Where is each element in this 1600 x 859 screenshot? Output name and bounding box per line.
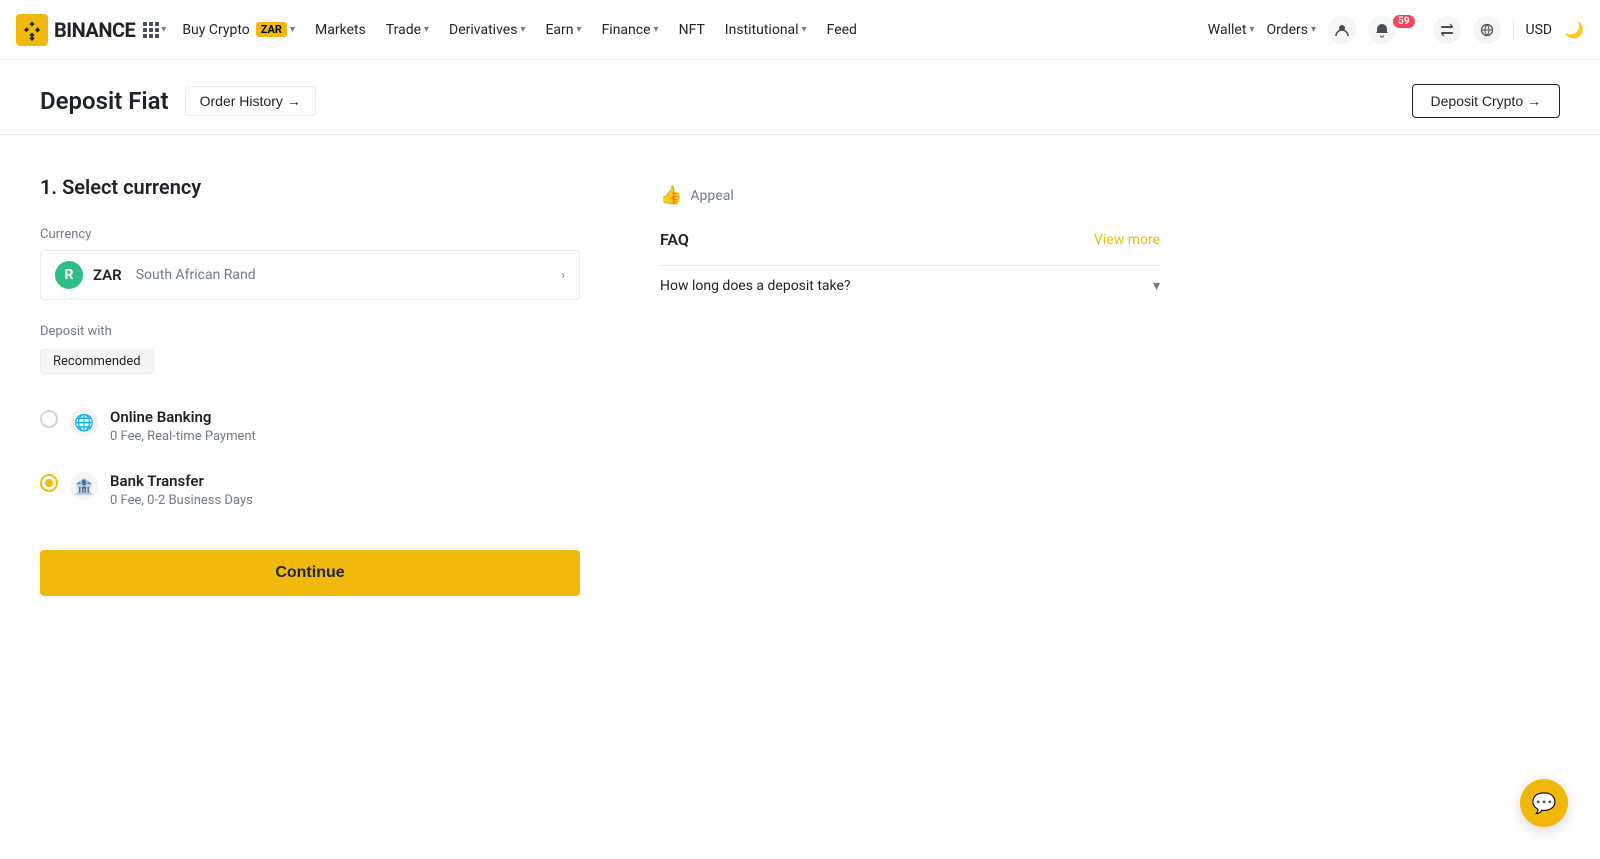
currency-code: ZAR	[93, 266, 122, 284]
faq-view-more-link[interactable]: View more	[1094, 232, 1160, 248]
notification-count-badge: 59	[1393, 15, 1414, 28]
faq-title: FAQ	[660, 230, 689, 249]
nav-item-earn[interactable]: Earn ▾	[537, 16, 589, 44]
bank-transfer-icon: 🏦	[70, 472, 98, 500]
deposit-with-label: Deposit with	[40, 324, 580, 339]
chat-icon: 💬	[1532, 791, 1557, 816]
nav-wallet[interactable]: Wallet ▾	[1208, 22, 1255, 38]
binance-logo-icon	[16, 14, 48, 46]
faq-question: How long does a deposit take?	[660, 278, 851, 294]
online-banking-desc: 0 Fee, Real-time Payment	[110, 429, 580, 444]
faq-section: FAQ View more How long does a deposit ta…	[660, 230, 1160, 306]
radio-bank-transfer[interactable]	[40, 474, 58, 492]
nav-profile[interactable]	[1328, 16, 1356, 44]
globe-icon	[1473, 16, 1501, 44]
logo[interactable]: BINANCE	[16, 14, 135, 46]
chevron-right-icon: ›	[561, 268, 565, 282]
bank-transfer-desc: 0 Fee, 0-2 Business Days	[110, 493, 580, 508]
radio-online-banking[interactable]	[40, 410, 58, 428]
online-banking-info: Online Banking 0 Fee, Real-time Payment	[110, 408, 580, 444]
faq-item[interactable]: How long does a deposit take? ▾	[660, 265, 1160, 306]
nav-divider	[1513, 20, 1514, 40]
chevron-down-icon: ▾	[654, 24, 659, 35]
nav-item-finance[interactable]: Finance ▾	[594, 16, 667, 44]
nav-currency[interactable]: USD	[1526, 22, 1553, 38]
nav-right: Wallet ▾ Orders ▾ 59	[1208, 16, 1584, 44]
profile-icon	[1328, 16, 1356, 44]
chevron-down-icon: ▾	[520, 24, 525, 35]
chevron-down-icon: ▾	[1311, 24, 1316, 35]
page-header-left: Deposit Fiat Order History →	[40, 86, 316, 116]
deposit-crypto-button[interactable]: Deposit Crypto →	[1412, 84, 1560, 118]
appeal-icon: 👍	[660, 185, 682, 206]
navbar: BINANCE ▾ Buy Crypto ZAR ▾ Markets Trade…	[0, 0, 1600, 60]
page-header: Deposit Fiat Order History → Deposit Cry…	[0, 60, 1600, 135]
bank-transfer-info: Bank Transfer 0 Fee, 0-2 Business Days	[110, 472, 580, 508]
currency-name: South African Rand	[136, 267, 256, 283]
nav-theme-toggle[interactable]: 🌙	[1564, 20, 1584, 39]
right-section: 👍 Appeal FAQ View more How long does a d…	[660, 175, 1160, 596]
nav-item-markets[interactable]: Markets	[307, 16, 374, 44]
logo-text: BINANCE	[54, 18, 135, 42]
nav-item-nft[interactable]: NFT	[671, 16, 713, 44]
page-title: Deposit Fiat	[40, 87, 169, 115]
nav-item-buy-crypto[interactable]: Buy Crypto ZAR ▾	[174, 16, 303, 44]
nav-item-institutional[interactable]: Institutional ▾	[717, 16, 815, 44]
left-section: 1. Select currency Currency R ZAR South …	[40, 175, 580, 596]
currency-selector[interactable]: R ZAR South African Rand ›	[40, 250, 580, 300]
nav-orders[interactable]: Orders ▾	[1266, 22, 1316, 38]
bell-icon	[1368, 16, 1396, 44]
order-history-button[interactable]: Order History →	[185, 86, 316, 116]
chevron-down-icon: ▾	[1249, 24, 1254, 35]
payment-option-online-banking[interactable]: 🌐 Online Banking 0 Fee, Real-time Paymen…	[40, 394, 580, 458]
nav-language[interactable]	[1473, 16, 1501, 44]
chevron-down-icon: ▾	[802, 24, 807, 35]
chevron-down-icon: ▾	[424, 24, 429, 35]
online-banking-name: Online Banking	[110, 408, 580, 426]
apps-grid-icon[interactable]: ▾	[143, 22, 166, 38]
payment-option-bank-transfer[interactable]: 🏦 Bank Transfer 0 Fee, 0-2 Business Days	[40, 458, 580, 522]
recommended-tag: Recommended	[40, 349, 154, 374]
nav-menu: Buy Crypto ZAR ▾ Markets Trade ▾ Derivat…	[174, 16, 1207, 44]
main-content: 1. Select currency Currency R ZAR South …	[0, 135, 1200, 636]
faq-chevron-down-icon: ▾	[1153, 278, 1160, 294]
nav-item-derivatives[interactable]: Derivatives ▾	[441, 16, 533, 44]
chevron-down-icon: ▾	[290, 24, 295, 35]
step-title: 1. Select currency	[40, 175, 580, 199]
chat-fab-button[interactable]: 💬	[1520, 779, 1568, 827]
bank-transfer-name: Bank Transfer	[110, 472, 580, 490]
appeal-label: Appeal	[690, 188, 733, 204]
nav-notifications[interactable]: 59	[1368, 16, 1420, 44]
nav-transfer[interactable]	[1433, 16, 1461, 44]
currency-label: Currency	[40, 227, 580, 242]
radio-selected-indicator	[45, 479, 53, 487]
appeal-section: 👍 Appeal	[660, 185, 1160, 206]
online-banking-icon: 🌐	[70, 408, 98, 436]
transfer-icon	[1433, 16, 1461, 44]
chevron-down-icon: ▾	[577, 24, 582, 35]
nav-item-trade[interactable]: Trade ▾	[378, 16, 437, 44]
currency-icon: R	[55, 261, 83, 289]
nav-item-feed[interactable]: Feed	[819, 16, 865, 44]
continue-button[interactable]: Continue	[40, 550, 580, 596]
faq-header: FAQ View more	[660, 230, 1160, 249]
